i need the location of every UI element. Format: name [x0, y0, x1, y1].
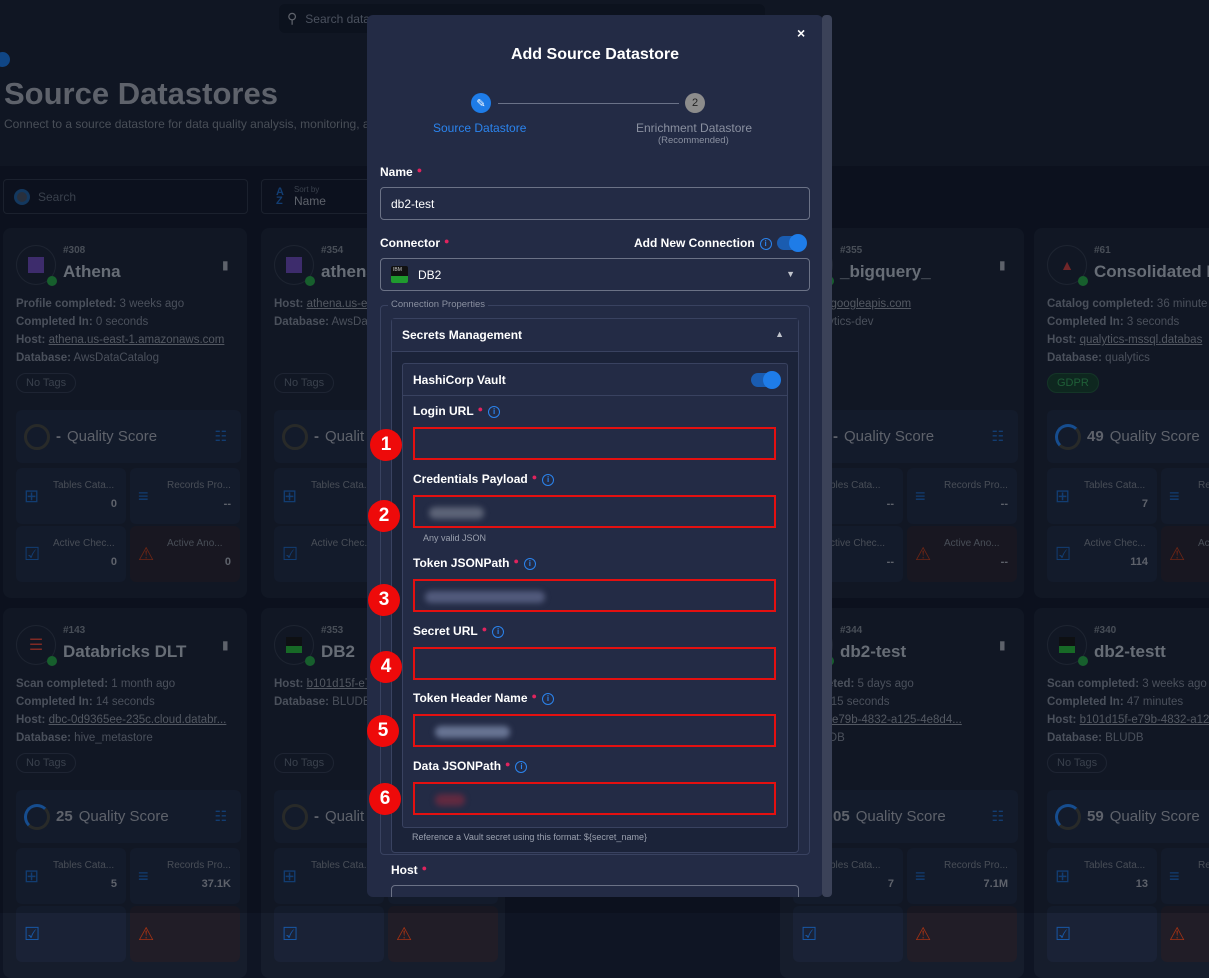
step-1-indicator: ✎	[471, 93, 491, 113]
chevron-down-icon: ▼	[786, 269, 795, 279]
info-icon[interactable]: i	[541, 692, 554, 705]
stat-tile[interactable]: ⚠	[907, 906, 1017, 962]
annotation-badge: 5	[367, 715, 399, 747]
connector-label: Connector ●	[380, 236, 450, 250]
required-indicator: ●	[421, 863, 428, 873]
vault-field-input[interactable]	[413, 782, 776, 815]
toggle-knob	[763, 371, 781, 389]
vault-field-input[interactable]	[413, 714, 776, 747]
redacted-value	[435, 726, 510, 738]
host-label: Host ●	[391, 863, 428, 877]
checks-icon: ☑	[801, 924, 818, 944]
pencil-icon: ✎	[476, 97, 486, 110]
vault-field-input[interactable]	[413, 647, 776, 680]
step-2-sublabel: (Recommended)	[658, 135, 729, 146]
info-icon[interactable]: i	[523, 557, 536, 570]
connector-select[interactable]: IBM DB2 ▼	[380, 258, 810, 291]
info-icon[interactable]: i	[542, 473, 555, 486]
required-indicator: ●	[481, 624, 488, 634]
info-icon[interactable]: i	[759, 237, 772, 250]
vault-field-label: Credentials Payload ● i	[413, 472, 555, 486]
step-2-label[interactable]: Enrichment Datastore	[636, 121, 752, 135]
db2-logo-icon: IBM	[391, 266, 408, 283]
stat-tile[interactable]: ☑	[16, 906, 126, 962]
stat-tile[interactable]: ☑	[793, 906, 903, 962]
vault-field-label: Token Header Name ● i	[413, 691, 554, 705]
anomalies-icon: ⚠	[138, 924, 155, 944]
add-new-connection-toggle[interactable]	[777, 234, 807, 252]
stat-tile[interactable]: ⚠	[1161, 906, 1209, 962]
hashicorp-vault-toggle[interactable]	[751, 371, 781, 389]
annotation-badge: 1	[370, 429, 402, 461]
secrets-management-header[interactable]: Secrets Management ▲	[392, 319, 798, 352]
vault-field-label: Secret URL ● i	[413, 624, 505, 638]
stat-tile[interactable]: ☑	[1047, 906, 1157, 962]
vault-field-input[interactable]	[413, 427, 776, 460]
hashicorp-vault-header: HashiCorp Vault	[403, 364, 787, 396]
stat-tile[interactable]: ⚠	[388, 906, 498, 962]
add-new-connection-label: Add New Connection i	[634, 236, 772, 250]
annotation-badge: 3	[368, 584, 400, 616]
info-icon[interactable]: i	[492, 625, 505, 638]
vault-field-label: Login URL ● i	[413, 404, 501, 418]
vault-field-input[interactable]	[413, 579, 776, 612]
stat-tile[interactable]: ⚠	[130, 906, 240, 962]
required-indicator: ●	[531, 691, 537, 701]
hashicorp-vault-panel: HashiCorp Vault Login URL ● i Credentials P…	[402, 363, 788, 828]
redacted-value	[435, 794, 465, 806]
toggle-knob	[789, 234, 807, 252]
host-input[interactable]	[391, 885, 799, 897]
vault-reference-hint: Reference a Vault secret using this form…	[412, 832, 647, 842]
modal-title: Add Source Datastore	[510, 46, 680, 63]
checks-icon: ☑	[1055, 924, 1072, 944]
name-label: Name ●	[380, 165, 423, 179]
info-icon[interactable]: i	[515, 760, 528, 773]
required-indicator: ●	[444, 236, 450, 246]
chevron-up-icon: ▲	[775, 329, 784, 339]
required-indicator: ●	[477, 404, 484, 414]
stepper-connector-line	[498, 103, 679, 104]
annotation-badge: 2	[368, 500, 400, 532]
required-indicator: ●	[513, 556, 519, 566]
vault-field-input[interactable]	[413, 495, 776, 528]
required-indicator: ●	[505, 759, 511, 769]
annotation-badge: 6	[369, 783, 401, 815]
required-indicator: ●	[531, 472, 538, 482]
info-icon[interactable]: i	[488, 405, 501, 418]
stat-tile[interactable]: ☑	[274, 906, 384, 962]
checks-icon: ☑	[24, 924, 41, 944]
name-input[interactable]: db2-test	[380, 187, 810, 220]
add-source-datastore-modal: × Add Source Datastore ✎ 2 Source Datast…	[367, 15, 823, 897]
vault-field-label: Data JSONPath ● i	[413, 759, 528, 773]
secrets-management-accordion: Secrets Management ▲ HashiCorp Vault Logi…	[391, 318, 799, 853]
anomalies-icon: ⚠	[1169, 924, 1186, 944]
anomalies-icon: ⚠	[396, 924, 413, 944]
redacted-value	[425, 591, 545, 603]
connection-properties-legend: Connection Properties	[388, 299, 488, 310]
checks-icon: ☑	[282, 924, 299, 944]
modal-scrollbar[interactable]	[822, 15, 832, 897]
field-hint: Any valid JSON	[423, 533, 487, 543]
vault-field-label: Token JSONPath ● i	[413, 556, 536, 570]
step-1-label[interactable]: Source Datastore	[433, 121, 526, 135]
annotation-badge: 4	[370, 651, 402, 683]
required-indicator: ●	[416, 165, 423, 175]
close-button[interactable]: ×	[797, 25, 805, 41]
redacted-value	[429, 507, 484, 519]
step-2-indicator: 2	[685, 93, 705, 113]
anomalies-icon: ⚠	[915, 924, 932, 944]
